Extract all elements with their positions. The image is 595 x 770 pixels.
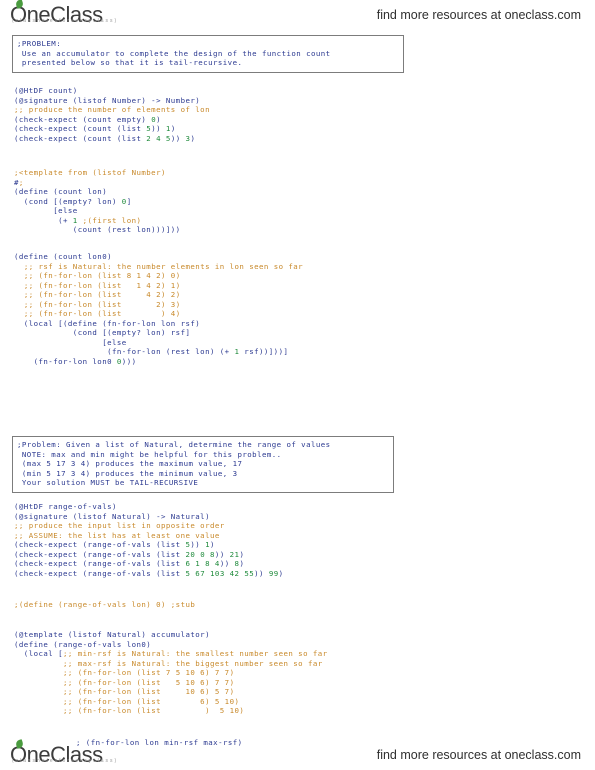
numeric-literal: 4 — [214, 559, 220, 569]
numeric-literal: 103 — [210, 568, 225, 578]
code-comment: ;; max-rsf is Natural: the biggest numbe… — [63, 658, 323, 668]
code-comment: ;; (fn-for-lon (list 2) 3) — [23, 299, 181, 309]
code-comment: ;; rsf is Natural: the number elements i… — [23, 261, 304, 271]
problem-2-text: ;Problem: Given a list of Natural, deter… — [17, 440, 331, 488]
code-comment: ;; (fn-for-lon (list ) 4) — [23, 309, 181, 319]
code-comment: ;; produce the number of elements of lon — [14, 105, 210, 115]
numeric-literal: 21 — [229, 549, 240, 559]
footer-tagline: find more resources at oneclass.com — [376, 748, 581, 762]
numeric-literal: 4 — [156, 133, 162, 143]
range-accumulator-block: (@template (listof Natural) accumulator)… — [14, 630, 328, 716]
logo-subtitle: ( c l a s s n o t e s f o r e v e r y c … — [12, 18, 117, 24]
numeric-literal: 8 — [210, 549, 215, 559]
numeric-literal: 0 — [121, 196, 127, 206]
oneclass-logo[interactable]: OneClass ( c l a s s n o t e s f o r e v… — [10, 0, 116, 26]
numeric-literal: 55 — [244, 568, 255, 578]
code-comment: ; — [18, 177, 24, 187]
numeric-literal: 0 — [200, 549, 206, 559]
range-stub-block: ;(define (range-of-vals lon) 0) ;stub — [14, 600, 196, 609]
numeric-literal: 1 — [165, 124, 171, 134]
page-header: OneClass ( c l a s s n o t e s f o r e v… — [0, 0, 595, 30]
numeric-literal: 0 — [151, 114, 157, 124]
numeric-literal: 5 — [146, 124, 152, 134]
code-comment: ;; (fn-for-lon (list 1 4 2) 1) — [23, 280, 181, 290]
code-comment: ;; ASSUME: the list has at least one val… — [14, 530, 220, 540]
numeric-literal: 99 — [268, 568, 279, 578]
numeric-literal: 1 — [72, 215, 78, 225]
code-comment: ;; (fn-for-lon (list 8 1 4 2) 0) — [23, 271, 181, 281]
problem-statement-box-2: ;Problem: Given a list of Natural, deter… — [12, 436, 394, 493]
numeric-literal: 3 — [185, 133, 191, 143]
problem-statement-box-1: ;PROBLEM: Use an accumulator to complete… — [12, 35, 404, 73]
count-accumulator-block: (define (count lon0) ;; rsf is Natural: … — [14, 252, 304, 367]
numeric-literal: 1 — [195, 559, 201, 569]
code-comment: ;; (fn-for-lon (list 10 6) 5 7) — [63, 687, 235, 697]
count-template-block: ;<template from (listof Number) #; (defi… — [14, 168, 181, 235]
numeric-literal: 8 — [205, 559, 211, 569]
header-tagline: find more resources at oneclass.com — [376, 8, 581, 22]
numeric-literal: 42 — [229, 568, 240, 578]
numeric-literal: 5 — [185, 568, 191, 578]
code-comment: ;; (fn-for-lon (list ) 5 10) — [63, 706, 245, 716]
document-page: ;PROBLEM: Use an accumulator to complete… — [0, 30, 595, 747]
code-comment: ;; (fn-for-lon (list 7 5 10 6) 7 7) — [63, 668, 235, 678]
numeric-literal: 1 — [234, 347, 240, 357]
code-comment: ;; (fn-for-lon (list 4 2) 2) — [23, 290, 181, 300]
numeric-literal: 67 — [195, 568, 206, 578]
range-signature-block: (@HtDF range-of-vals) (@signature (listo… — [14, 502, 284, 578]
code-comment: ;; (fn-for-lon (list 6) 5 10) — [63, 696, 240, 706]
numeric-literal: 6 — [185, 559, 191, 569]
numeric-literal: 5 — [185, 540, 191, 550]
code-comment: ;(first lon) — [82, 215, 142, 225]
numeric-literal: 8 — [234, 559, 240, 569]
page-footer: OneClass ( c l a s s n o t e s f o r e v… — [0, 739, 595, 770]
code-comment: ;; (fn-for-lon (list 5 10 6) 7 7) — [63, 677, 235, 687]
numeric-literal: 1 — [205, 540, 210, 550]
numeric-literal: 5 — [165, 133, 171, 143]
code-comment: ;<template from (listof Number) — [14, 168, 166, 177]
code-comment: ;; produce the input list in opposite or… — [14, 521, 225, 531]
code-comment: ;; min-rsf is Natural: the smallest numb… — [63, 649, 328, 659]
count-signature-block: (@HtDF count) (@signature (listof Number… — [14, 86, 210, 143]
numeric-literal: 2 — [146, 133, 152, 143]
numeric-literal: 20 — [185, 549, 196, 559]
problem-1-text: ;PROBLEM: Use an accumulator to complete… — [17, 39, 331, 68]
logo-subtitle: ( c l a s s n o t e s f o r e v e r y c … — [12, 758, 117, 764]
numeric-literal: 0 — [116, 357, 122, 367]
oneclass-logo-footer[interactable]: OneClass ( c l a s s n o t e s f o r e v… — [10, 739, 116, 766]
